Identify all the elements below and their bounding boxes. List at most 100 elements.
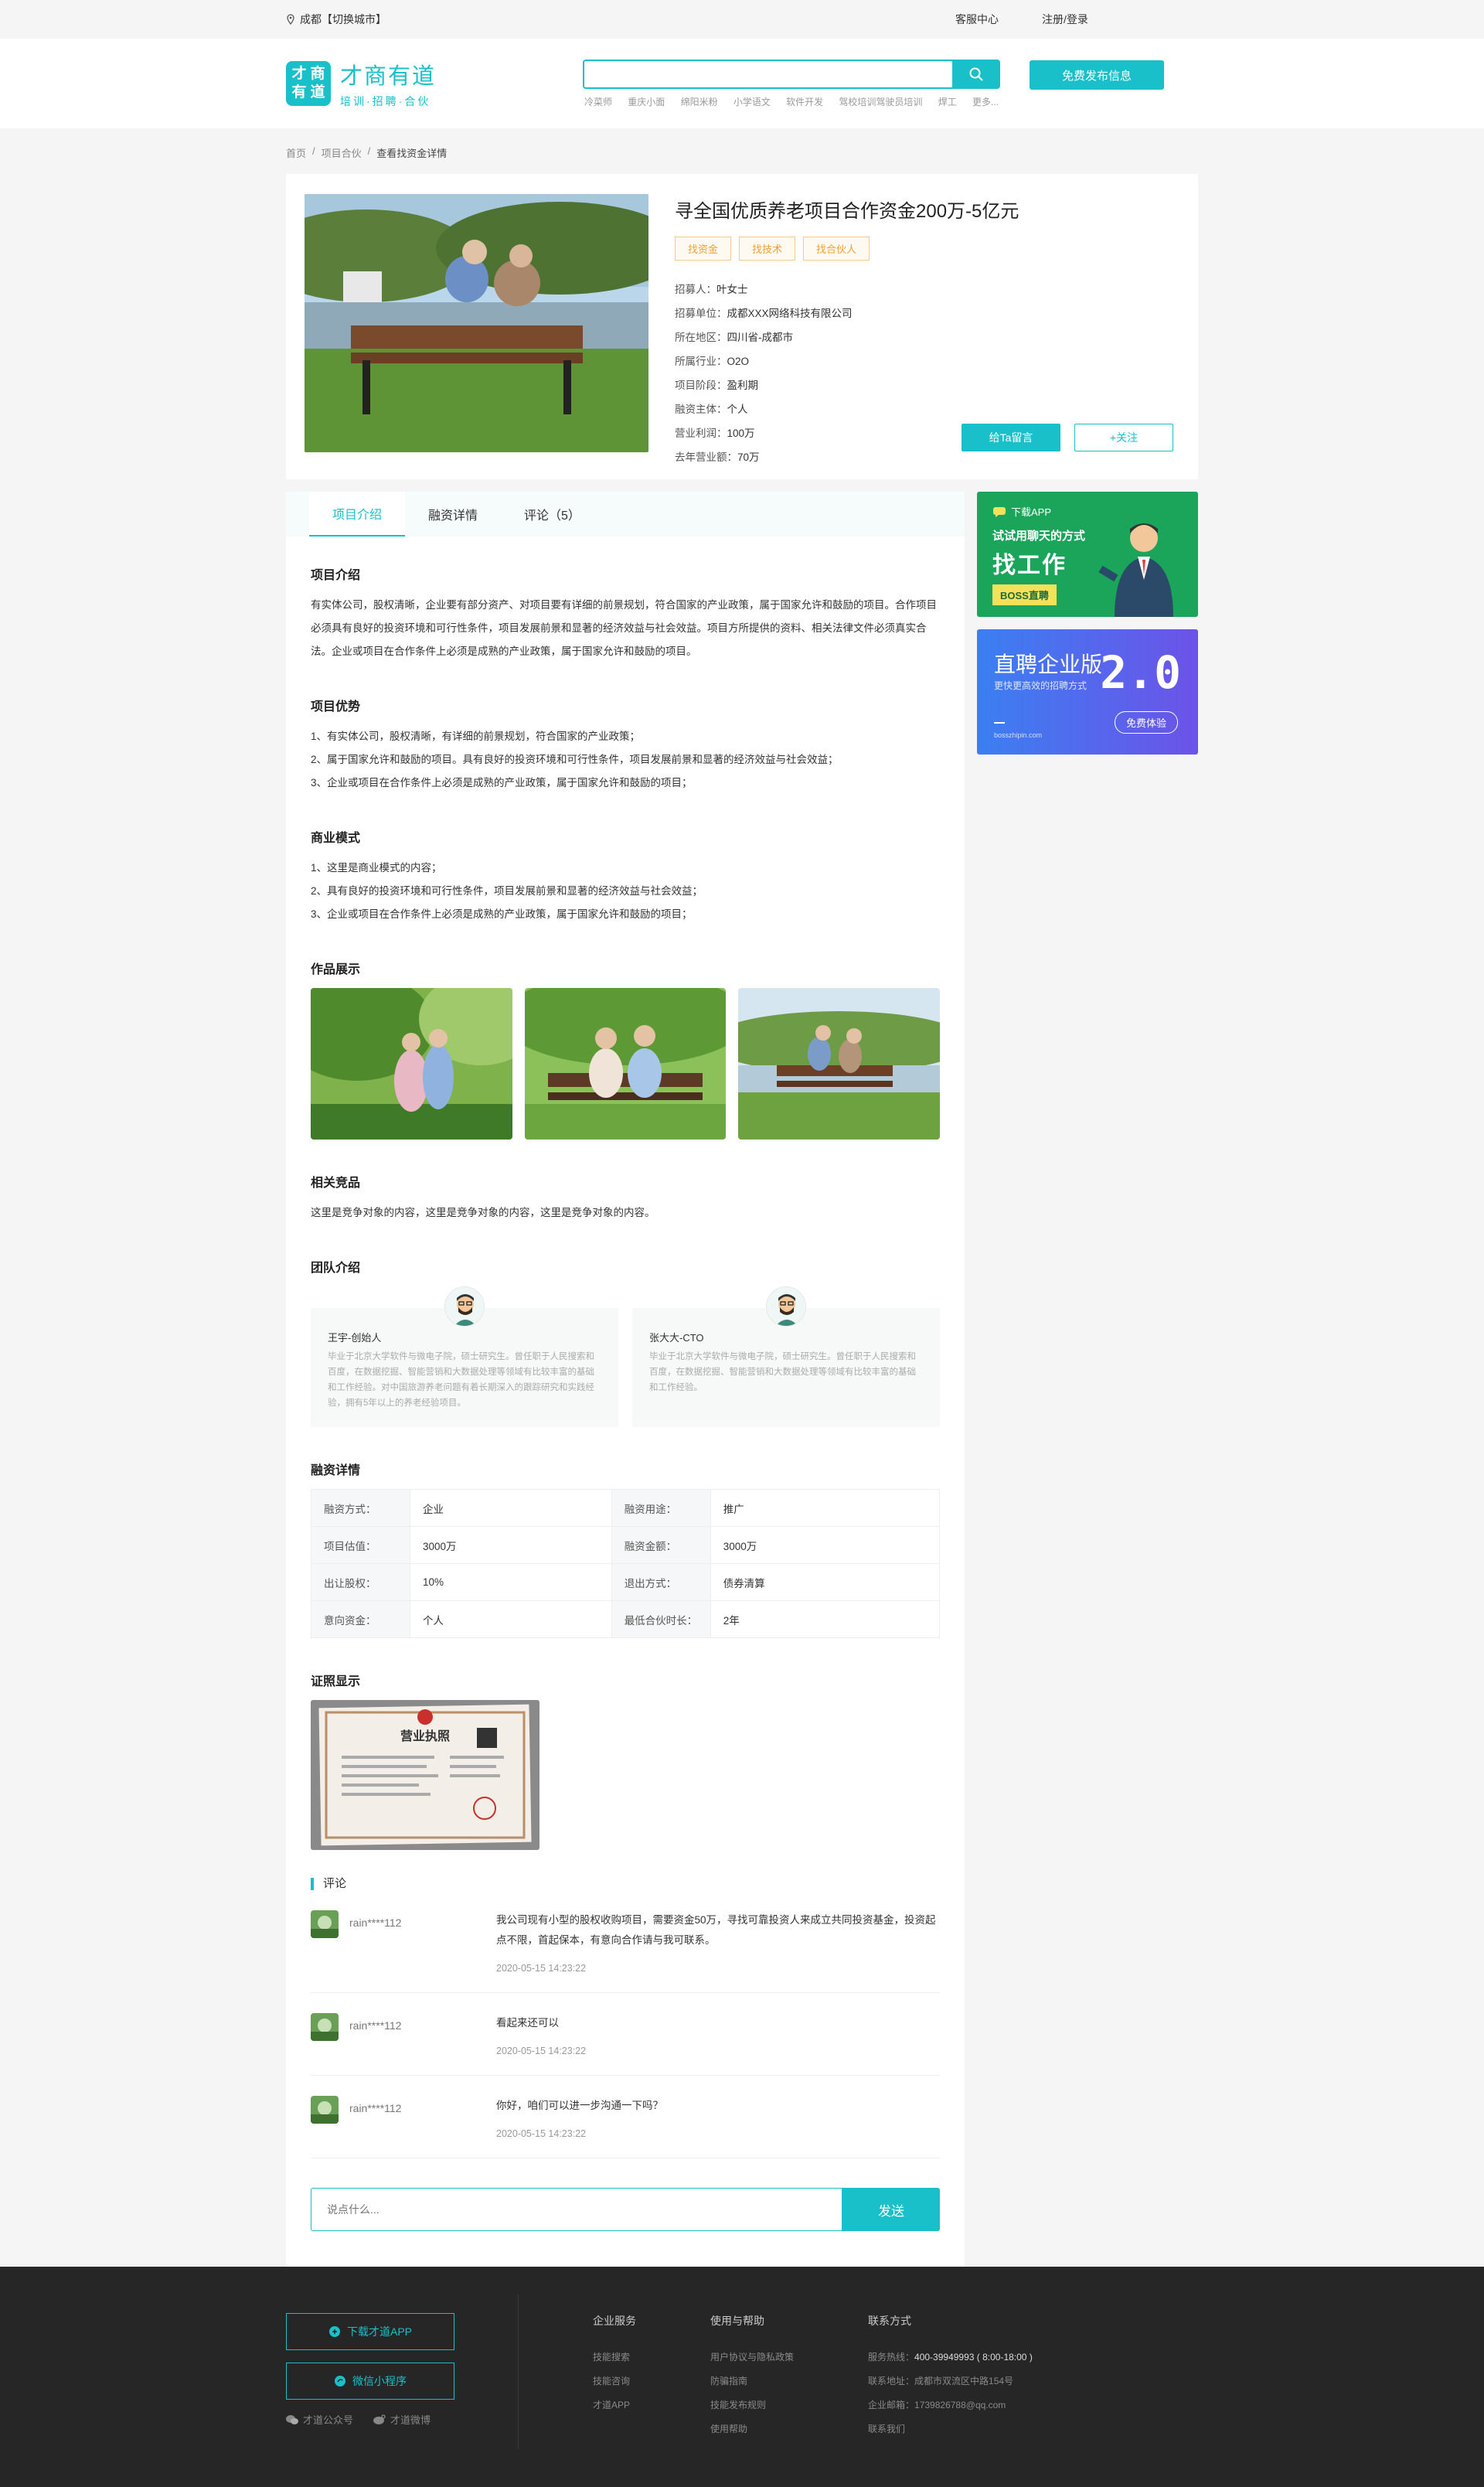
meta-row: 所在地区：四川省-成都市	[675, 325, 1179, 349]
site-logo[interactable]: 才 商 有 道 才商有道 培训·招聘·合伙	[286, 58, 436, 109]
finance-key: 退出方式：	[611, 1563, 711, 1601]
logo-char: 有	[291, 84, 307, 101]
footer-link[interactable]: 用户协议与隐私政策	[710, 2346, 794, 2369]
commenter-name[interactable]: rain****112	[349, 2102, 401, 2114]
hot-keyword[interactable]: 驾校培训驾驶员培训	[839, 95, 922, 108]
comment-time: 2020-05-15 14:23:22	[496, 1963, 587, 1974]
hot-keyword[interactable]: 绵阳米粉	[681, 95, 718, 108]
tag-find-tech[interactable]: 找技术	[739, 237, 796, 261]
footer-col-enterprise: 企业服务 技能搜索 技能咨询 才道APP	[593, 2313, 636, 2449]
footer-link[interactable]: 技能咨询	[593, 2369, 636, 2393]
search-input[interactable]	[583, 59, 953, 89]
comment-input[interactable]	[311, 2188, 842, 2231]
ad1-tag: 下载APP	[1011, 506, 1052, 518]
comment-item: rain****112 我公司现有小型的股权收购项目，需要资金50万，寻找可靠投…	[311, 1890, 940, 1993]
comment-item: rain****112 你好，咱们可以进一步沟通一下吗？ 2020-05-15 …	[311, 2076, 940, 2158]
leave-message-button[interactable]: 给Ta留言	[962, 424, 1060, 451]
contact-us-link[interactable]: 联系我们	[868, 2417, 1033, 2441]
commenter-avatar[interactable]	[311, 1910, 339, 1938]
model-item: 1、这里是商业模式的内容；	[311, 862, 442, 874]
comment-text: 我公司现有小型的股权收购项目，需要资金50万，寻找可靠投资人来成立共同投资基金，…	[496, 1914, 936, 1946]
sidebar-ads: 下载APP 试试用聊天的方式 找工作 BOSS直聘 直聘企业版 更快更高效的招聘…	[977, 492, 1198, 2277]
footer-link[interactable]: 技能发布规则	[710, 2393, 794, 2417]
footer-link[interactable]: 才道APP	[593, 2393, 636, 2417]
table-row: 项目估值： 3000万 融资金额： 3000万	[311, 1526, 941, 1564]
tag-find-partner[interactable]: 找合伙人	[803, 237, 870, 261]
meta-row: 招募人：叶女士	[675, 278, 1179, 302]
contact-key: 服务热线：	[868, 2352, 915, 2363]
send-button[interactable]: 发送	[842, 2188, 940, 2231]
mini-program-button[interactable]: 微信小程序	[286, 2363, 454, 2400]
breadcrumb-separator: /	[367, 145, 371, 157]
follow-button[interactable]: +关注	[1074, 424, 1173, 451]
hot-keyword-more[interactable]: 更多...	[972, 95, 999, 108]
footer-col-contact: 联系方式 服务热线：400-39949993 ( 8:00-18:00 ) 联系…	[868, 2313, 1033, 2449]
login-register-link[interactable]: 注册/登录	[1042, 12, 1088, 27]
breadcrumb: 首页 / 项目合伙 / 查看找资金详情	[286, 128, 1198, 174]
meta-value: 四川省-成都市	[727, 332, 794, 343]
city-label: 成都【切换城市】	[300, 13, 386, 26]
service-center-link[interactable]: 客服中心	[955, 12, 999, 27]
work-image[interactable]	[738, 988, 941, 1140]
finance-title: 融资详情	[311, 1464, 361, 1477]
enterprise-app-ad[interactable]: 直聘企业版 更快更高效的招聘方式 2.0 免费体验 bosszhipin.com	[977, 629, 1198, 755]
logo-char: 道	[310, 84, 325, 101]
work-image[interactable]	[311, 988, 512, 1140]
table-row: 出让股权： 10% 退出方式： 债券清算	[311, 1563, 941, 1601]
boss-app-ad[interactable]: 下载APP 试试用聊天的方式 找工作 BOSS直聘	[977, 492, 1198, 617]
search-button[interactable]	[952, 59, 1001, 89]
footer-link[interactable]: 防骗指南	[710, 2369, 794, 2393]
model-item: 2、具有良好的投资环境和可行性条件，项目发展前景和显著的经济效益与社会效益；	[311, 885, 703, 897]
hot-keyword[interactable]: 焊工	[938, 95, 957, 108]
wechat-official-link[interactable]: 才道公众号	[286, 2412, 353, 2427]
table-row: 融资方式： 企业 融资用途： 推广	[311, 1489, 941, 1527]
meta-key: 招募单位：	[675, 308, 727, 319]
meta-key: 所在地区：	[675, 332, 727, 343]
hot-keyword[interactable]: 冷菜师	[584, 95, 612, 108]
finance-key: 出让股权：	[311, 1563, 410, 1601]
breadcrumb-category[interactable]: 项目合伙	[322, 145, 362, 160]
finance-key: 项目估值：	[311, 1526, 410, 1564]
meta-value: 70万	[737, 451, 760, 463]
tab-comments[interactable]: 评论（5）	[501, 492, 604, 537]
tab-finance-detail[interactable]: 融资详情	[405, 492, 501, 537]
weibo-link[interactable]: 才道微博	[373, 2412, 431, 2427]
ad2-divider	[994, 722, 1005, 724]
finance-value: 企业	[410, 1489, 612, 1527]
contact-value: 400-39949993 ( 8:00-18:00 )	[914, 2352, 1033, 2363]
contact-hotline: 服务热线：400-39949993 ( 8:00-18:00 )	[868, 2346, 1033, 2369]
license-title: 证照显示	[311, 1675, 361, 1688]
commenter-avatar[interactable]	[311, 2013, 339, 2041]
mini-program-icon	[335, 2376, 345, 2386]
commenter-name[interactable]: rain****112	[349, 2019, 401, 2032]
hot-keyword[interactable]: 小学语文	[733, 95, 771, 108]
meta-row: 融资主体：个人	[675, 397, 1179, 421]
tab-project-intro[interactable]: 项目介绍	[309, 492, 406, 537]
finance-value: 10%	[410, 1563, 612, 1601]
work-image[interactable]	[524, 988, 727, 1140]
ad2-trial-button[interactable]: 免费体验	[1114, 711, 1178, 734]
project-image	[305, 194, 648, 452]
footer-divider	[518, 2295, 519, 2449]
member-name: 王宇-创始人	[328, 1332, 382, 1344]
meta-row: 招募单位：成都XXX网络科技有限公司	[675, 302, 1179, 325]
meta-key: 去年营业额：	[675, 451, 737, 463]
comments-title: 评论	[311, 1878, 940, 1890]
finance-value: 推广	[710, 1489, 941, 1527]
publish-button[interactable]: 免费发布信息	[1030, 60, 1165, 90]
commenter-avatar[interactable]	[311, 2096, 339, 2124]
city-switcher[interactable]: 成都【切换城市】	[286, 12, 386, 27]
commenter-name[interactable]: rain****112	[349, 1916, 401, 1929]
finance-value: 3000万	[710, 1526, 941, 1564]
weibo-icon	[373, 2414, 386, 2424]
footer-col-help: 使用与帮助 用户协议与隐私政策 防骗指南 技能发布规则 使用帮助	[710, 2313, 794, 2449]
tag-find-funds[interactable]: 找资金	[675, 237, 732, 261]
download-app-button[interactable]: 下载才道APP	[286, 2313, 454, 2350]
business-license-image[interactable]: 营业执照	[311, 1700, 539, 1850]
footer-link[interactable]: 使用帮助	[710, 2417, 794, 2441]
model-title: 商业模式	[311, 832, 361, 845]
footer-link[interactable]: 技能搜索	[593, 2346, 636, 2369]
hot-keyword[interactable]: 重庆小面	[628, 95, 665, 108]
hot-keyword[interactable]: 软件开发	[786, 95, 823, 108]
breadcrumb-home[interactable]: 首页	[286, 145, 306, 160]
